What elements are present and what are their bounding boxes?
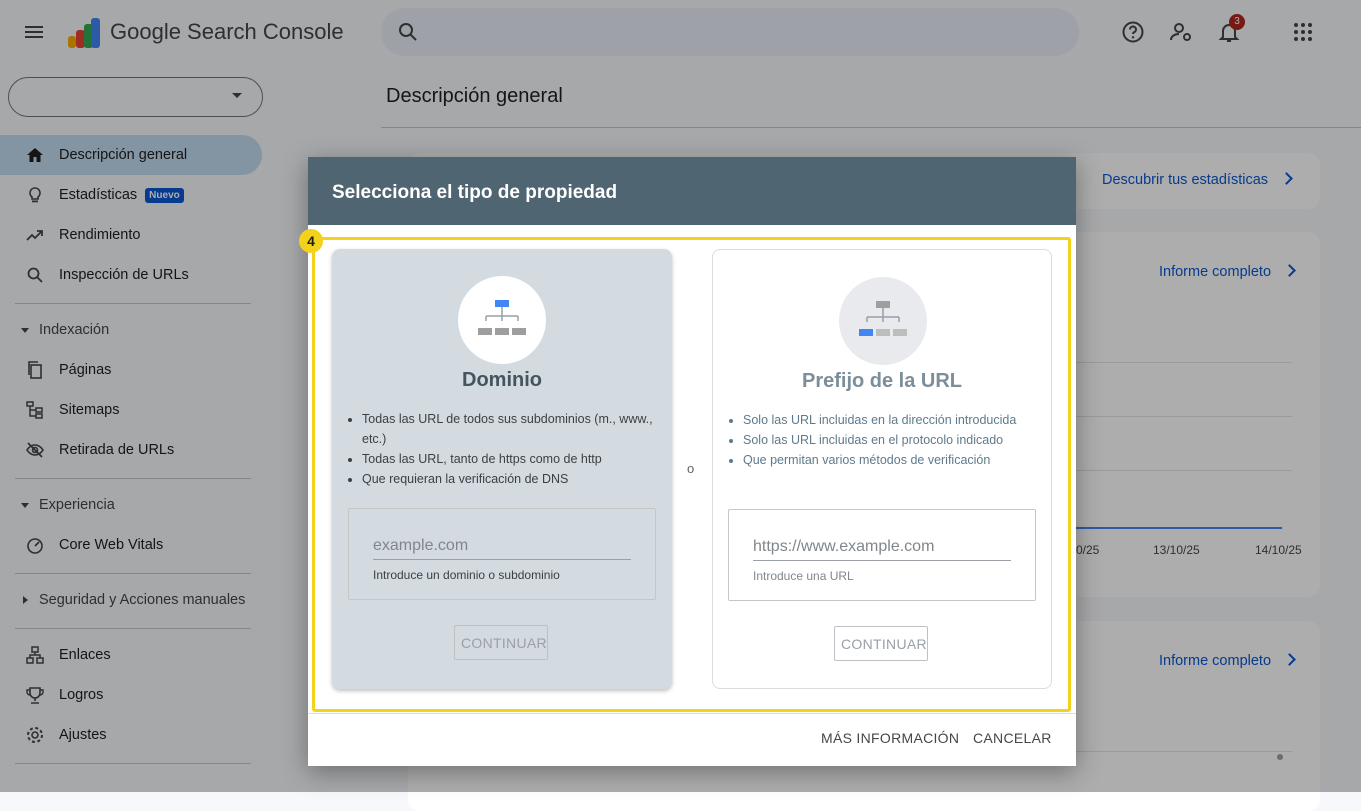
step-number-badge: 4	[299, 229, 323, 253]
more-info-button[interactable]: MÁS INFORMACIÓN	[821, 730, 959, 746]
highlight-annotation-box	[312, 237, 1071, 712]
property-type-dialog: Selecciona el tipo de propiedad Dominio …	[299, 157, 1076, 766]
dialog-footer-divider	[308, 713, 1076, 714]
cancel-button[interactable]: CANCELAR	[973, 730, 1052, 746]
dialog-title: Selecciona el tipo de propiedad	[332, 182, 618, 203]
